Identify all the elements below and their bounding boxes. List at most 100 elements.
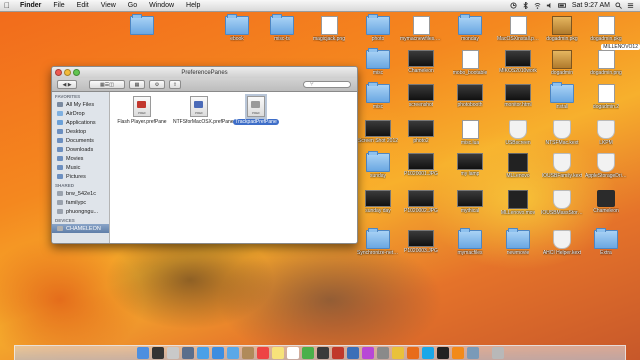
menu-edit[interactable]: Edit xyxy=(71,2,95,9)
dock-dashboard-icon[interactable] xyxy=(151,347,164,359)
share-icon[interactable]: ⇧ xyxy=(169,80,181,89)
spotlight-search-icon[interactable] xyxy=(615,2,622,9)
dock-appstore-icon[interactable] xyxy=(196,347,209,359)
sidebar-item-favorite-7[interactable]: Music xyxy=(52,163,109,172)
desktop-icon-shot[interactable]: Screen Shot 2012 xyxy=(357,120,399,146)
dock-iphoto-icon[interactable] xyxy=(346,347,359,359)
desktop-icon-shot[interactable]: Chameleon xyxy=(400,50,442,76)
file-item[interactable]: PREF Flash Player.prefPane xyxy=(116,96,168,125)
dock-skype-icon[interactable] xyxy=(421,347,434,359)
dock-mail-icon[interactable] xyxy=(226,347,239,359)
search-field[interactable]: ⚲ xyxy=(303,81,351,88)
bluetooth-icon[interactable] xyxy=(522,2,529,9)
notification-list-icon[interactable] xyxy=(627,2,634,9)
dock-finder-icon[interactable] xyxy=(136,347,149,359)
menu-window[interactable]: Window xyxy=(143,2,180,9)
desktop-icon-shot[interactable]: P1020003.JPG xyxy=(400,230,442,256)
apple-menu-icon[interactable]:  xyxy=(0,1,14,10)
dock-photobooth-icon[interactable] xyxy=(331,347,344,359)
dock-trash-icon[interactable] xyxy=(491,347,504,359)
action-menu-icon[interactable]: ⚙ xyxy=(149,80,165,89)
desktop-icon-shot[interactable]: photobooth xyxy=(449,84,491,110)
arrange-menu-button[interactable]: ▦ xyxy=(129,80,145,89)
dock-utilities-icon[interactable] xyxy=(466,347,479,359)
title-bar[interactable]: PreferencePanes xyxy=(52,67,357,78)
desktop-icon-shot[interactable]: P1020002.JPG xyxy=(400,190,442,216)
desktop-icon-folder[interactable]: Extra xyxy=(585,228,627,258)
desktop-icon-shot[interactable]: screenshot xyxy=(400,84,442,110)
file-item[interactable]: PREF NTFSforMacOSX.prefPane xyxy=(173,96,234,125)
sidebar-item-favorite-6[interactable]: Movies xyxy=(52,154,109,163)
desktop-icon-clap[interactable]: MLLenovo.mov xyxy=(497,190,539,218)
menu-finder[interactable]: Finder xyxy=(14,2,47,9)
desktop-icon-doc[interactable]: dogadmin.png xyxy=(585,50,627,78)
dock-notes-icon[interactable] xyxy=(271,347,284,359)
menu-file[interactable]: File xyxy=(47,2,70,9)
dock-itunes-icon[interactable] xyxy=(361,347,374,359)
desktop-icon-doc[interactable]: mymacnewfiles.png xyxy=(400,16,442,44)
view-mode-control[interactable]: ▦☰◫ xyxy=(89,80,125,89)
desktop-icon-tool[interactable]: Chameleon xyxy=(585,190,627,216)
desktop-icon-shield[interactable]: IOUSBMassStorage.kext xyxy=(541,190,583,218)
sidebar-item-favorite-0[interactable]: All My Files xyxy=(52,100,109,109)
desktop-icon-folder[interactable]: misc-ts xyxy=(261,14,303,44)
menu-help[interactable]: Help xyxy=(180,2,206,9)
menu-go[interactable]: Go xyxy=(122,2,143,9)
desktop-icon-folder[interactable]: install xyxy=(541,82,583,112)
dock-calendar-icon[interactable] xyxy=(256,347,269,359)
dock-contacts-icon[interactable] xyxy=(241,347,254,359)
dock-reminders-icon[interactable] xyxy=(286,347,299,359)
desktop-icon-folder[interactable]: monday xyxy=(449,14,491,44)
dock-facetime-icon[interactable] xyxy=(316,347,329,359)
sidebar-item-favorite-5[interactable]: Downloads xyxy=(52,145,109,154)
desktop-icon-shot[interactable]: mythical xyxy=(449,190,491,216)
dock-safari-icon[interactable] xyxy=(211,347,224,359)
desktop-icon-folder[interactable] xyxy=(121,14,163,42)
wifi-icon[interactable] xyxy=(534,2,541,9)
desktop-icon-folder[interactable]: photo xyxy=(357,14,399,44)
desktop-icon-shot[interactable]: sunday day xyxy=(357,190,399,216)
back-forward-buttons[interactable]: ◀ ▶ xyxy=(57,80,77,89)
sidebar-item-device-0[interactable]: CHAMELEON xyxy=(52,224,109,233)
desktop-icon-folder[interactable]: sunday xyxy=(357,151,399,181)
desktop-icon-shot[interactable]: P1020001.JPG xyxy=(400,153,442,179)
sidebar-item-shared-2[interactable]: phuongngu... xyxy=(52,207,109,216)
desktop-icon-doc[interactable]: dogadmin.pkg xyxy=(585,16,627,44)
dock-preferences-icon[interactable] xyxy=(376,347,389,359)
sidebar-item-shared-1[interactable]: familypc xyxy=(52,198,109,207)
sidebar-item-favorite-1[interactable]: AirDrop xyxy=(52,109,109,118)
desktop-icon-shot[interactable]: MIKOS2010work xyxy=(497,50,539,76)
desktop-icon-shot[interactable]: my lamp xyxy=(449,153,491,179)
desktop-icon-shield[interactable]: AHCI Helper.kext xyxy=(541,230,583,258)
desktop-icon-shield[interactable]: USBscreen xyxy=(497,120,539,148)
desktop-icon-shot[interactable]: photo2 xyxy=(400,120,442,146)
desktop-icon-shield[interactable]: AppleStorageDrivers.kext xyxy=(585,153,627,181)
sidebar-item-favorite-2[interactable]: Applications xyxy=(52,118,109,127)
dock-mission-control-icon[interactable] xyxy=(181,347,194,359)
file-browser[interactable]: PREF Flash Player.prefPane PREF NTFSforMacO… xyxy=(110,92,357,243)
sidebar-item-shared-0[interactable]: brw_542e1c xyxy=(52,189,109,198)
menubar-clock[interactable]: Sat 9:27 AM xyxy=(572,2,610,9)
desktop-icon-folder[interactable]: ebook xyxy=(216,14,258,44)
desktop-icon-doc[interactable]: MacOSXinstall.png xyxy=(497,16,539,44)
dock-terminal-icon[interactable] xyxy=(436,347,449,359)
desktop-icon-folder[interactable]: mymacfiles xyxy=(449,228,491,258)
desktop-icon-shield[interactable]: LKPM xyxy=(585,120,627,148)
desktop-icon-pkg[interactable]: dogadmin xyxy=(541,50,583,78)
time-machine-icon[interactable] xyxy=(510,2,517,9)
desktop-icon-doc[interactable]: mobo_bootable xyxy=(449,50,491,78)
dock-launchpad-icon[interactable] xyxy=(166,347,179,359)
desktop-icon-folder[interactable]: newmovie xyxy=(497,228,539,258)
desktop-icon-shield[interactable]: IOUSBFamily.kext xyxy=(541,153,583,181)
desktop[interactable]:  Finder File Edit View Go Window Help S… xyxy=(0,0,640,360)
dock-chrome-icon[interactable] xyxy=(391,347,404,359)
sidebar-item-favorite-4[interactable]: Documents xyxy=(52,136,109,145)
desktop-icon-shot[interactable]: monitor.html xyxy=(497,84,539,110)
desktop-icon-shield[interactable]: NTSFMac.kext xyxy=(541,120,583,148)
dock-firefox-icon[interactable] xyxy=(406,347,419,359)
dock-messages-icon[interactable] xyxy=(301,347,314,359)
battery-icon[interactable] xyxy=(557,2,567,9)
dock-vlc-icon[interactable] xyxy=(451,347,464,359)
desktop-icon-doc[interactable]: dogadmin.2 xyxy=(585,84,627,112)
desktop-icon-clap[interactable]: MLLenovo xyxy=(497,153,539,181)
